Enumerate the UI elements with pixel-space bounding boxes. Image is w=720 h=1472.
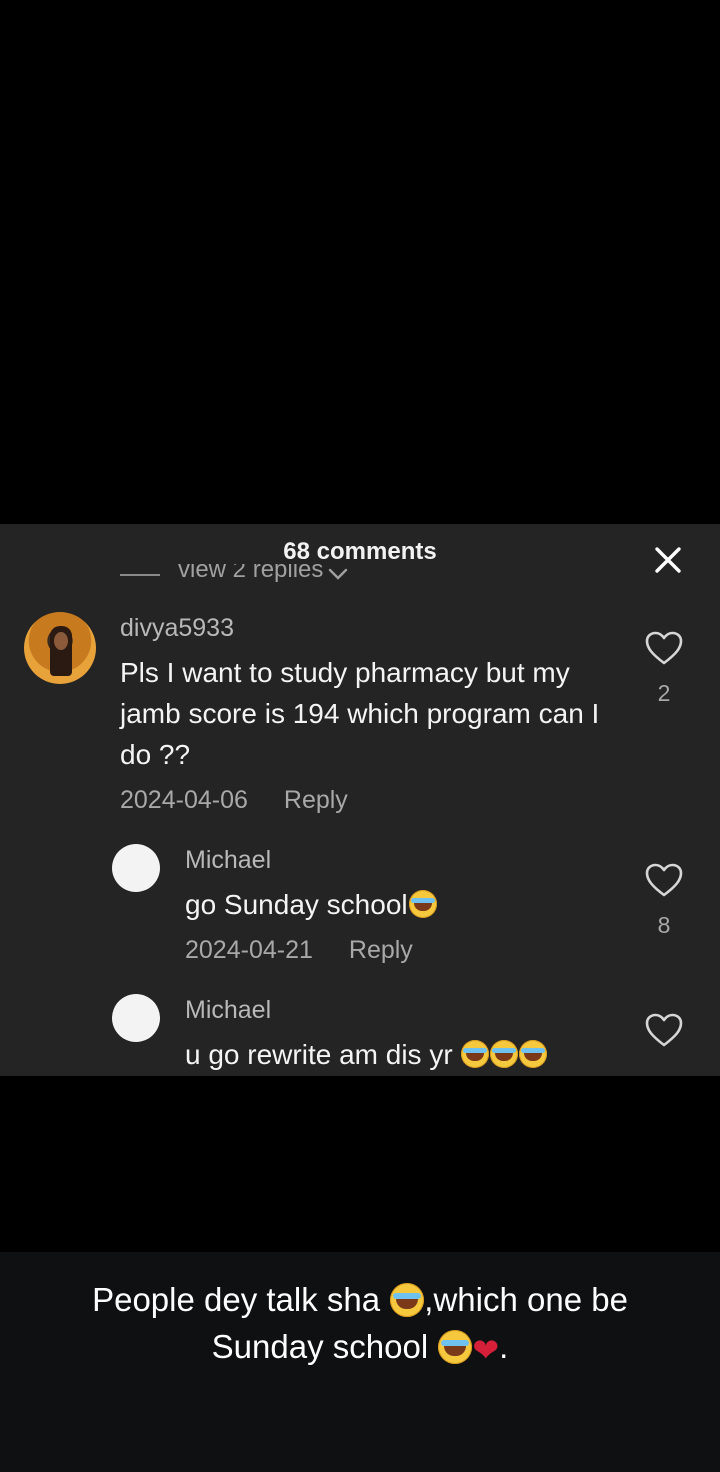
- heart-outline-icon: [645, 1013, 683, 1047]
- like-count: 8: [657, 912, 671, 938]
- comment-date: 2024-04-06: [120, 786, 248, 814]
- close-button[interactable]: [648, 540, 688, 580]
- post-caption: People dey talk sha ,which one be Sunday…: [40, 1276, 680, 1374]
- heart-outline-icon: [645, 631, 683, 665]
- avatar[interactable]: [112, 844, 160, 892]
- comment-meta: 2024-04-06 Reply: [120, 786, 348, 815]
- view-replies-toggle[interactable]: view 2 replies: [120, 564, 349, 590]
- comment-text: go Sunday school: [185, 884, 437, 925]
- tears-of-joy-emoji: [519, 1040, 548, 1068]
- caption-text-3: .: [499, 1328, 509, 1365]
- reply-button[interactable]: Reply: [349, 936, 413, 964]
- comment-text: u go rewrite am dis yr: [185, 1034, 548, 1075]
- like-button[interactable]: 2: [644, 630, 684, 707]
- comment-date: 2024-04-21: [185, 936, 313, 964]
- comment-username[interactable]: Michael: [185, 996, 271, 1025]
- comment-username[interactable]: divya5933: [120, 614, 234, 643]
- avatar[interactable]: [24, 612, 96, 684]
- avatar[interactable]: [112, 994, 160, 1042]
- heart-outline-icon: [645, 863, 683, 897]
- replies-divider: [120, 574, 160, 576]
- comment-text-content: u go rewrite am dis yr: [185, 1039, 461, 1070]
- caption-box: People dey talk sha ,which one be Sunday…: [0, 1252, 720, 1472]
- avatar-face: [54, 632, 68, 650]
- comments-count-title: 68 comments: [283, 538, 437, 565]
- comment-text: Pls I want to study pharmacy but my jamb…: [120, 657, 600, 770]
- close-icon: [655, 547, 681, 573]
- tears-of-joy-emoji: [490, 1040, 519, 1068]
- tears-of-joy-emoji: [390, 1283, 425, 1317]
- view-replies-label: view 2 replies: [178, 564, 324, 583]
- comment-meta: 2024-04-21 Reply: [185, 936, 413, 965]
- chevron-down-icon: [329, 568, 348, 580]
- caption-text-1: People dey talk sha: [92, 1281, 390, 1318]
- like-count: 2: [657, 680, 671, 706]
- like-button[interactable]: 8: [644, 862, 684, 939]
- comment-text-content: go Sunday school: [185, 889, 408, 920]
- broken-heart-emoji: ❤: [472, 1332, 500, 1368]
- tears-of-joy-emoji: [408, 890, 437, 918]
- reply-button[interactable]: Reply: [284, 786, 348, 814]
- like-button[interactable]: [644, 1012, 684, 1048]
- comment-username[interactable]: Michael: [185, 846, 271, 875]
- tears-of-joy-emoji: [438, 1330, 473, 1364]
- tears-of-joy-emoji: [461, 1040, 490, 1068]
- comments-panel: 68 comments view 2 replies divya5933 Pls…: [0, 524, 720, 1076]
